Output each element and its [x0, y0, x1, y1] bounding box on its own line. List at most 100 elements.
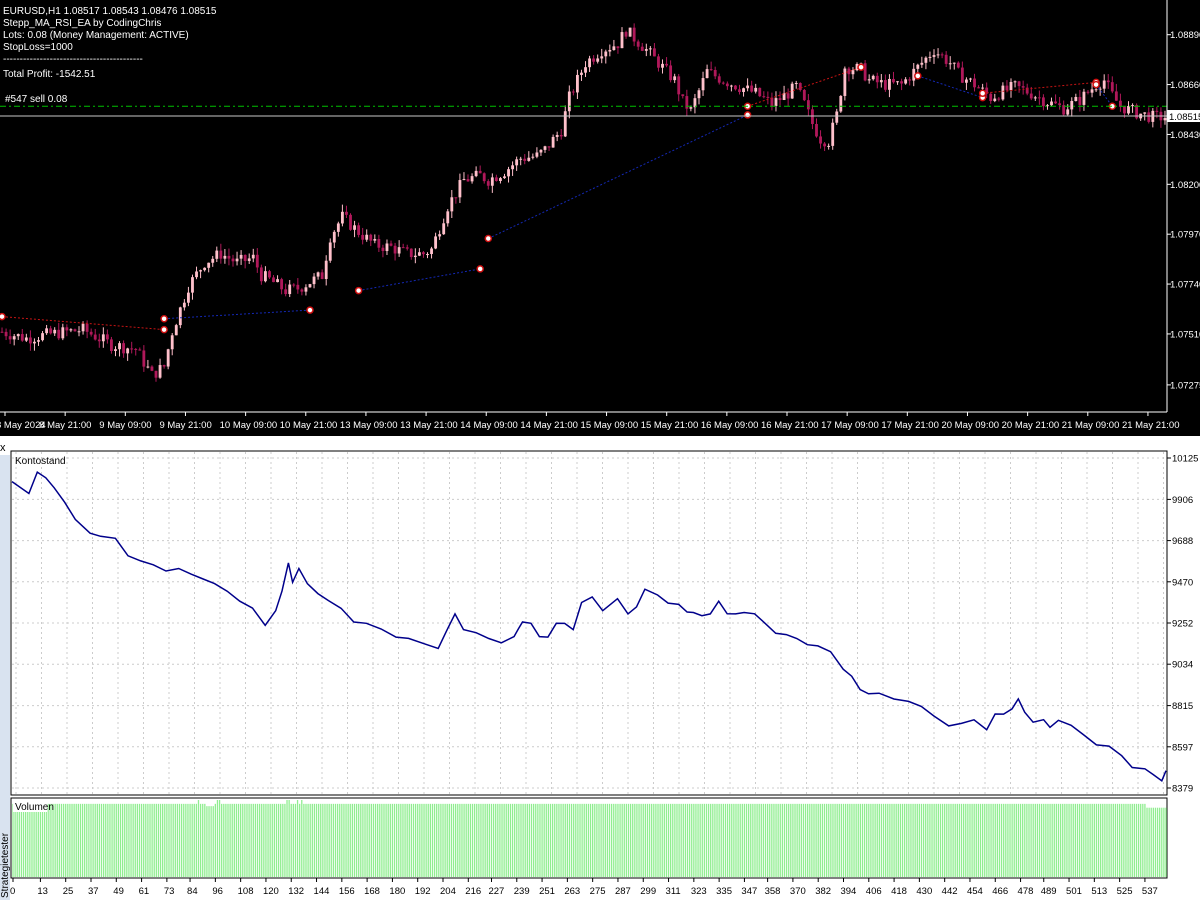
trade-tick-label: 442: [942, 886, 958, 897]
candle-body: [373, 239, 377, 241]
trade-tick-label: 430: [916, 886, 932, 897]
candle-body: [507, 169, 510, 177]
candle-body: [1033, 97, 1037, 99]
candle-body: [956, 62, 960, 68]
trade-tick-label: 25: [63, 886, 74, 897]
candle-body: [871, 75, 875, 80]
candle-body: [1127, 105, 1130, 114]
price-panel-bg: [0, 0, 1167, 412]
trade-marker[interactable]: [978, 89, 987, 97]
candle-body: [8, 336, 12, 340]
candle-body: [357, 225, 361, 235]
order-label[interactable]: #547 sell 0.08: [5, 94, 68, 105]
candle-body: [81, 323, 85, 332]
trade-marker[interactable]: [160, 315, 168, 323]
candle-body: [924, 57, 928, 63]
candle-body: [661, 63, 664, 68]
candle-body: [511, 165, 515, 170]
candle-body: [883, 80, 887, 90]
equity-tick-label: 9252: [1172, 619, 1193, 630]
candle-body: [750, 85, 754, 92]
time-tick-label: 20 May 21:00: [1002, 420, 1060, 431]
trade-marker[interactable]: [484, 234, 493, 243]
trade-tick-label: 37: [88, 886, 99, 897]
trade-tick-label: 227: [488, 886, 504, 897]
trade-marker[interactable]: [354, 286, 363, 295]
candle-body: [1131, 105, 1134, 107]
candle-body: [689, 107, 693, 109]
trade-tick-label: 84: [187, 886, 198, 897]
candle-body: [259, 267, 263, 282]
candle-body: [385, 243, 389, 252]
candle-body: [734, 85, 737, 90]
chart-canvas: #547 sell 0.08 EURUSD,H1 1.08517 1.08543…: [0, 0, 1200, 900]
candle-body: [482, 173, 486, 182]
candle-body: [268, 271, 271, 278]
candle-body: [296, 284, 300, 290]
candle-body: [531, 156, 535, 158]
candle-body: [1050, 101, 1053, 106]
candle-body: [57, 329, 61, 339]
candle-body: [24, 337, 28, 341]
candle-body: [16, 334, 20, 337]
candle-body: [166, 349, 170, 367]
candle-body: [652, 48, 656, 57]
candle-body: [478, 170, 482, 174]
candle-body: [138, 349, 142, 351]
candle-body: [490, 177, 494, 186]
trade-marker[interactable]: [0, 312, 6, 321]
candle-body: [45, 328, 49, 334]
candle-body: [486, 181, 490, 186]
candle-body: [717, 76, 721, 83]
candle-body: [806, 100, 810, 110]
candle-body: [235, 258, 239, 262]
candle-body: [312, 276, 316, 285]
time-tick-label: 9 May 21:00: [159, 420, 211, 431]
candle-body: [162, 365, 166, 367]
symbol-quote: EURUSD,H1 1.08517 1.08543 1.08476 1.0851…: [3, 6, 217, 17]
candle-body: [405, 247, 409, 249]
candle-body: [426, 254, 429, 256]
trade-marker[interactable]: [743, 111, 752, 119]
trade-marker[interactable]: [914, 72, 922, 80]
candle-body: [239, 254, 243, 259]
candle-body: [535, 152, 539, 157]
trade-tick-label: 299: [640, 886, 656, 897]
candle-body: [827, 145, 831, 147]
trade-marker[interactable]: [160, 325, 168, 334]
candle-body: [263, 271, 267, 282]
trade-marker[interactable]: [306, 306, 314, 314]
close-icon[interactable]: x: [0, 442, 6, 454]
candle-body: [547, 146, 551, 148]
trade-marker[interactable]: [476, 265, 484, 273]
trade-tick-label: 108: [238, 886, 254, 897]
candle-body: [515, 159, 519, 166]
time-tick-label: 16 May 21:00: [761, 420, 819, 431]
time-tick-label: 14 May 21:00: [520, 420, 578, 431]
candle-body: [835, 111, 839, 123]
candle-body: [823, 143, 827, 147]
trade-tick-label: 96: [212, 886, 223, 897]
candle-body: [920, 62, 924, 65]
candle-body: [170, 335, 174, 350]
candle-body: [442, 223, 446, 235]
trade-marker[interactable]: [857, 63, 865, 71]
candle-body: [1037, 97, 1041, 99]
candle-body: [701, 78, 705, 91]
candle-body: [126, 348, 130, 354]
candle-body: [969, 78, 972, 80]
candle-body: [1001, 85, 1005, 100]
trade-tick-label: 501: [1066, 886, 1082, 897]
candle-body: [97, 339, 101, 342]
candle-body: [280, 279, 284, 290]
price-tick-label: 1.07275: [1170, 380, 1200, 391]
candle-body: [361, 234, 365, 240]
stoploss-info: StopLoss=1000: [3, 42, 73, 53]
candle-body: [503, 176, 506, 179]
candle-body: [612, 46, 616, 51]
time-tick-label: 13 May 21:00: [400, 420, 458, 431]
candle-body: [1147, 112, 1151, 122]
trade-marker[interactable]: [1092, 80, 1100, 89]
candle-body: [632, 27, 636, 42]
candle-body: [571, 91, 575, 93]
